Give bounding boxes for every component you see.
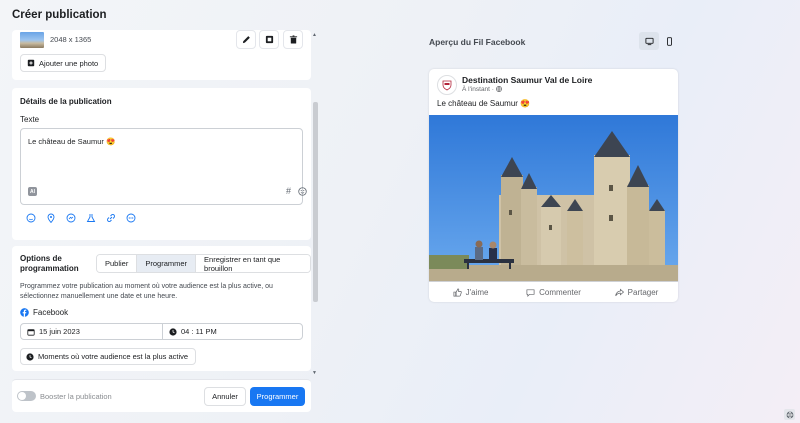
ai-assistant-icon[interactable]: AI: [28, 187, 37, 196]
tab-publish[interactable]: Publier: [97, 255, 138, 272]
network-row: Facebook: [20, 308, 68, 317]
best-time-button[interactable]: Moments où votre audience est la plus ac…: [20, 348, 197, 365]
tab-draft[interactable]: Enregistrer en tant que brouillon: [196, 255, 310, 272]
pencil-icon: [242, 36, 250, 44]
add-photo-label: Ajouter une photo: [39, 58, 99, 68]
device-toggle: [639, 32, 679, 50]
facebook-icon: [20, 308, 29, 317]
best-time-label: Moments où votre audience est la plus ac…: [38, 352, 189, 361]
brand-photo-button[interactable]: [259, 30, 279, 49]
calendar-icon: [27, 328, 35, 336]
form-scrollbar[interactable]: ▲ ▼: [311, 30, 319, 378]
cancel-button[interactable]: Annuler: [204, 387, 246, 406]
comment-button[interactable]: Commenter: [512, 282, 595, 302]
clock-icon: [26, 352, 34, 361]
tab-schedule[interactable]: Programmer: [137, 255, 197, 272]
post-image[interactable]: [429, 115, 678, 281]
edit-photo-button[interactable]: [236, 30, 256, 49]
location-icon[interactable]: [45, 212, 57, 224]
scheduling-description: Programmez votre publication au moment o…: [20, 283, 273, 300]
form-footer: Booster la publication Annuler Programme…: [12, 379, 311, 412]
post-text-input[interactable]: Le château de Saumur 😍 AI #: [20, 128, 307, 205]
post-text: Le château de Saumur 😍: [437, 99, 531, 108]
text-label: Texte: [20, 115, 40, 124]
experiment-icon[interactable]: [85, 212, 97, 224]
schedule-datetime: 15 juin 2023 04 : 11 PM: [20, 323, 303, 340]
clock-icon: [169, 327, 177, 336]
desktop-preview-button[interactable]: [639, 32, 659, 50]
time-picker[interactable]: 04 : 11 PM: [163, 324, 217, 339]
network-name: Facebook: [33, 308, 69, 317]
delete-photo-button[interactable]: [283, 30, 303, 49]
boost-toggle[interactable]: [17, 391, 36, 401]
watermark-icon: [265, 35, 273, 44]
date-picker[interactable]: 15 juin 2023: [21, 324, 163, 339]
post-tools-row: [25, 212, 137, 224]
scroll-thumb[interactable]: [313, 102, 318, 302]
hashtag-icon[interactable]: #: [286, 186, 291, 196]
emoji-icon[interactable]: [298, 187, 307, 196]
time-value: 04 : 11 PM: [181, 327, 217, 336]
page-avatar: [437, 75, 457, 95]
more-options-icon[interactable]: [125, 212, 137, 224]
globe-icon: [786, 411, 793, 419]
add-photo-button[interactable]: Ajouter une photo: [20, 54, 107, 72]
crest-icon: [442, 80, 452, 91]
page-name: Destination Saumur Val de Loire: [462, 75, 593, 85]
scheduling-options-card: Options de programmation Publier Program…: [12, 246, 311, 371]
preview-title: Aperçu du Fil Facebook: [429, 37, 526, 47]
mobile-icon: [666, 36, 672, 46]
globe-icon: [495, 86, 502, 92]
post-time: À l'instant ·: [462, 86, 502, 93]
trash-icon: [289, 35, 297, 44]
share-button[interactable]: Partager: [595, 282, 678, 302]
help-icon[interactable]: [784, 409, 795, 420]
boost-label: Booster la publication: [40, 392, 112, 401]
schedule-button[interactable]: Programmer: [250, 387, 305, 406]
facebook-post-preview: Destination Saumur Val de Loire À l'inst…: [429, 69, 678, 302]
details-title: Détails de la publication: [20, 97, 112, 106]
post-form-panel: 2048 x 1365 Ajouter une photo Détails de…: [12, 30, 311, 378]
feeling-icon[interactable]: [25, 212, 37, 224]
post-details-card: Détails de la publication Texte Le châte…: [12, 88, 311, 240]
scheduling-title: Options de programmation: [20, 254, 79, 273]
share-icon: [615, 288, 624, 296]
messenger-icon[interactable]: [65, 212, 77, 224]
post-text-value: Le château de Saumur 😍: [28, 137, 116, 146]
publish-mode-tabs: Publier Programmer Enregistrer en tant q…: [96, 254, 311, 273]
photo-dimensions: 2048 x 1365: [50, 35, 92, 44]
like-button[interactable]: J'aime: [429, 282, 512, 302]
media-card: 2048 x 1365 Ajouter une photo: [12, 30, 311, 80]
scroll-up-icon[interactable]: ▲: [312, 32, 317, 38]
date-value: 15 juin 2023: [39, 327, 80, 336]
page-title: Créer publication: [12, 9, 107, 21]
post-actions: J'aime Commenter Partager: [429, 281, 678, 302]
desktop-icon: [644, 37, 654, 45]
thumbs-up-icon: [453, 288, 462, 296]
link-icon[interactable]: [105, 212, 117, 224]
add-image-icon: [27, 59, 35, 67]
photo-thumbnail[interactable]: [20, 32, 44, 48]
scroll-down-icon[interactable]: ▼: [312, 370, 317, 376]
comment-icon: [526, 288, 535, 297]
mobile-preview-button[interactable]: [659, 32, 679, 50]
